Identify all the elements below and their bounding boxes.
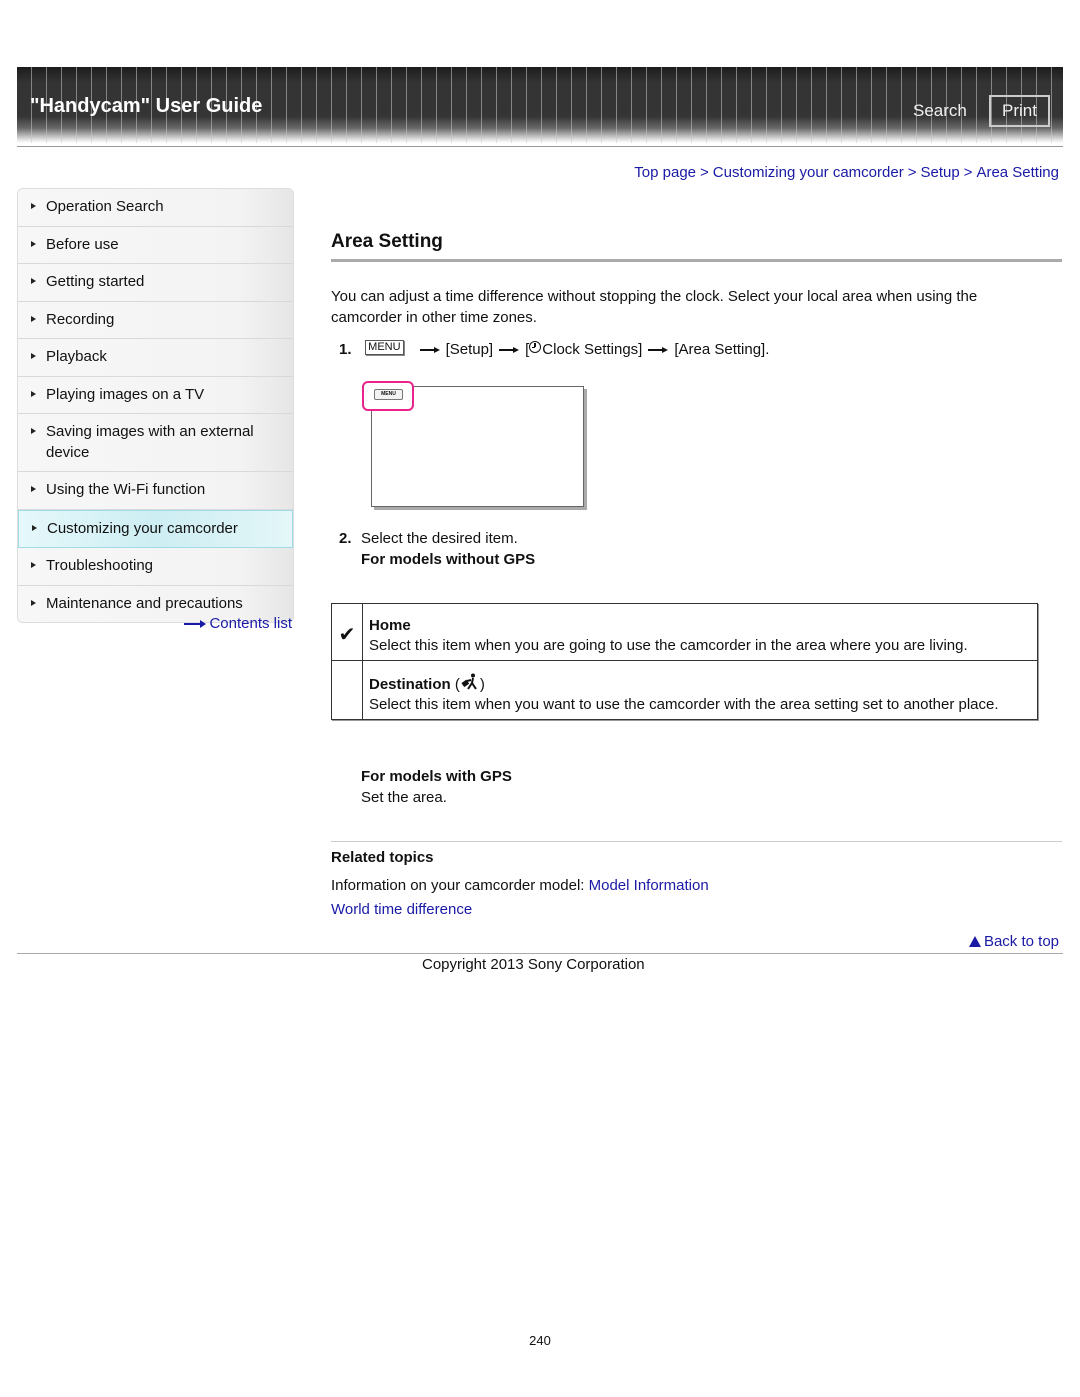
sidebar-item-getting-started[interactable]: Getting started (18, 264, 293, 302)
arrow-right-icon (499, 346, 520, 354)
step-2: 2. Select the desired item. For models wi… (339, 528, 535, 570)
back-to-top-label: Back to top (983, 933, 1059, 950)
empty-check-cell (331, 660, 363, 720)
step-1: 1. MENU [Setup][Clock Settings] [Area Sett… (339, 340, 769, 358)
model-information-link[interactable]: Model Information (589, 877, 709, 894)
option-cell: Destination () Select this item when you… (362, 660, 1038, 720)
sidebar-item-wifi[interactable]: Using the Wi-Fi function (18, 472, 293, 510)
checkmark-icon: ✔ (331, 603, 363, 661)
triangle-right-icon (31, 240, 36, 247)
related-divider (331, 841, 1062, 842)
header-divider (17, 146, 1063, 147)
step-2-text: Select the desired item. (361, 530, 518, 547)
illustration-menu-button: MENU (374, 389, 403, 400)
triangle-up-icon (968, 936, 981, 947)
sidebar-item-playback[interactable]: Playback (18, 339, 293, 377)
triangle-right-icon (32, 524, 37, 531)
sidebar-item-saving-images[interactable]: Saving images with an external device (18, 414, 293, 472)
print-button[interactable]: Print (989, 95, 1050, 127)
footer-divider (17, 953, 1063, 954)
arrow-right-icon (419, 346, 440, 354)
title-divider (331, 259, 1062, 262)
sidebar-item-label: Before use (46, 235, 119, 253)
triangle-right-icon (31, 353, 36, 359)
related-prefix: Information on your camcorder model: (331, 877, 589, 894)
arrow-right-icon (184, 620, 207, 629)
sidebar-item-label: Maintenance and precautions (46, 594, 243, 612)
triangle-right-icon (31, 599, 36, 606)
triangle-right-icon (31, 278, 36, 284)
related-topics-title: Related topics (331, 849, 434, 866)
clock-icon (529, 341, 542, 353)
option-description: Select this item when you want to use th… (369, 696, 999, 713)
table-row: Destination () Select this item when you… (331, 660, 1038, 720)
options-table: ✔ Home Select this item when you are goi… (331, 603, 1038, 720)
back-to-top-link[interactable]: Back to top (968, 933, 1059, 950)
breadcrumb-customizing[interactable]: Customizing your camcorder (713, 164, 904, 181)
sidebar-item-label: Troubleshooting (46, 557, 154, 574)
paren-close: ) (479, 676, 485, 693)
triangle-right-icon (31, 390, 36, 397)
step-path-clock-settings: Clock Settings] (542, 341, 643, 358)
option-name-home: Home (369, 617, 411, 634)
step-path-area-setting: [Area Setting]. (674, 341, 770, 358)
sidebar-item-before-use[interactable]: Before use (18, 226, 293, 264)
breadcrumb-setup[interactable]: Setup (920, 164, 959, 181)
gps-section: For models with GPS Set the area. (361, 766, 512, 808)
sidebar-item-label: Customizing your camcorder (47, 519, 238, 537)
subheading-without-gps: For models without GPS (361, 551, 536, 568)
sidebar-item-label: Using the Wi-Fi function (46, 481, 206, 498)
related-topics: Related topics Information on your camco… (331, 849, 709, 922)
sidebar-item-label: Saving images with an external device (46, 423, 254, 461)
triangle-right-icon (31, 562, 36, 568)
sidebar-item-playing-on-tv[interactable]: Playing images on a TV (18, 376, 293, 414)
breadcrumb: Top page > Customizing your camcorder > Setu… (634, 164, 1059, 181)
contents-list-label: Contents list (209, 615, 292, 632)
header-bar: "Handycam" User Guide Search Print (17, 67, 1063, 143)
sidebar-item-customizing[interactable]: Customizing your camcorder (18, 509, 293, 548)
search-button[interactable]: Search (913, 101, 967, 121)
world-time-difference-link[interactable]: World time difference (331, 901, 472, 918)
sidebar-item-label: Operation Search (46, 198, 164, 215)
menu-button-icon: MENU (365, 340, 404, 355)
sidebar-nav: Operation Search Before use Getting star… (17, 188, 294, 623)
page-number: 240 (529, 1333, 551, 1348)
sidebar-item-recording[interactable]: Recording (18, 301, 293, 339)
sidebar-item-label: Recording (46, 310, 115, 328)
triangle-right-icon (31, 203, 36, 209)
step-path-setup: [Setup] (445, 341, 494, 358)
step-number: 1. (339, 341, 352, 358)
destination-traveler-icon (461, 673, 477, 690)
option-name-destination: Destination (369, 676, 451, 693)
intro-text: You can adjust a time difference without… (331, 288, 978, 326)
page-title: Area Setting (331, 231, 443, 252)
arrow-right-icon (648, 346, 669, 354)
sidebar-item-troubleshooting[interactable]: Troubleshooting (18, 548, 293, 586)
breadcrumb-separator: > (700, 164, 709, 181)
contents-list-link[interactable]: Contents list (184, 615, 292, 632)
triangle-right-icon (31, 486, 36, 492)
step-number: 2. (339, 530, 352, 547)
menu-highlight-frame: MENU (362, 381, 414, 411)
breadcrumb-area-setting[interactable]: Area Setting (976, 164, 1059, 181)
subheading-with-gps: For models with GPS (361, 768, 512, 785)
triangle-right-icon (31, 315, 36, 322)
table-row: ✔ Home Select this item when you are goi… (331, 603, 1038, 661)
breadcrumb-separator: > (907, 164, 917, 181)
copyright: Copyright 2013 Sony Corporation (422, 956, 645, 973)
breadcrumb-top-page[interactable]: Top page (634, 164, 696, 181)
guide-title: "Handycam" User Guide (30, 95, 263, 117)
sidebar-item-label: Playing images on a TV (46, 385, 205, 403)
option-description: Select this item when you are going to u… (369, 637, 968, 654)
sidebar-item-label: Playback (46, 348, 107, 365)
sidebar-item-operation-search[interactable]: Operation Search (18, 189, 293, 227)
option-cell: Home Select this item when you are going… (362, 603, 1038, 661)
triangle-right-icon (31, 428, 36, 434)
gps-text: Set the area. (361, 789, 447, 806)
sidebar-item-label: Getting started (46, 273, 145, 290)
breadcrumb-separator: > (963, 164, 973, 181)
